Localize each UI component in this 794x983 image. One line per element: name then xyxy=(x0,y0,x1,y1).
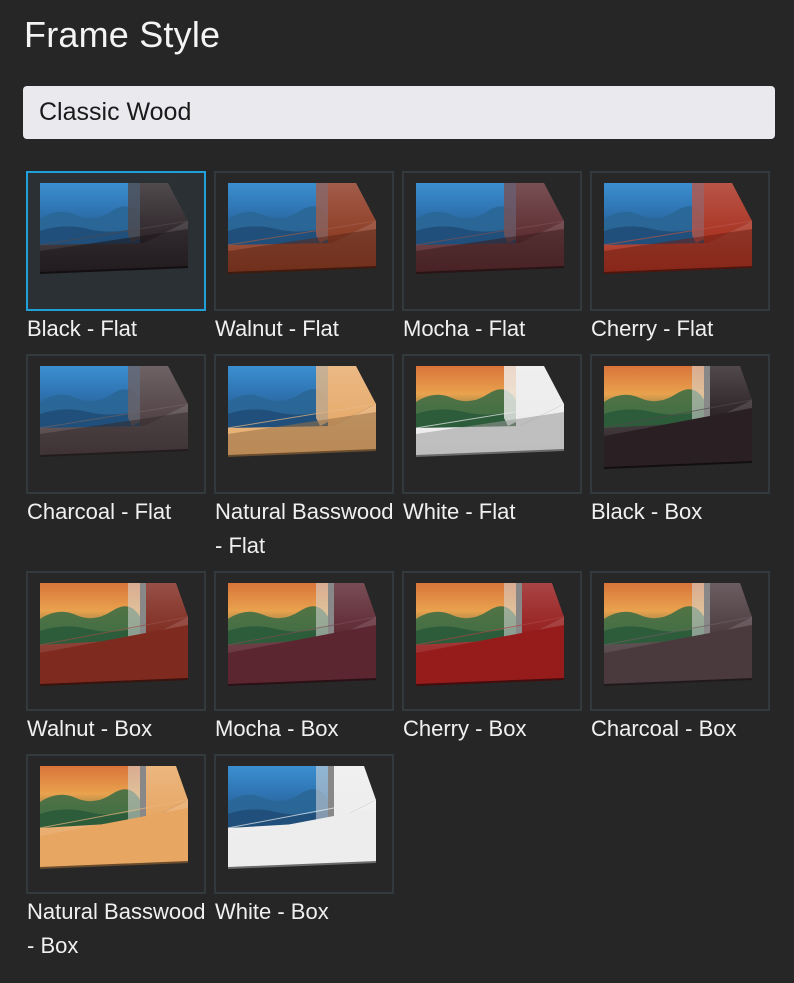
frame-option-label[interactable]: Mocha - Flat xyxy=(403,312,589,346)
frame-option-tile[interactable] xyxy=(214,171,394,311)
frame-option-tile[interactable] xyxy=(26,754,206,894)
frame-category-dropdown[interactable]: Classic Wood xyxy=(23,86,775,139)
frame-option-tile[interactable] xyxy=(402,171,582,311)
frame-option-label[interactable]: Walnut - Box xyxy=(27,712,213,746)
frame-option-label[interactable]: Black - Box xyxy=(591,495,777,529)
frame-preview-image xyxy=(39,583,189,686)
frame-preview-image xyxy=(227,766,377,869)
frame-option-label[interactable]: Natural Basswood - Flat xyxy=(215,495,401,563)
frame-preview-image xyxy=(227,183,377,274)
frame-preview-image xyxy=(415,366,565,457)
frame-option-label[interactable]: Cherry - Flat xyxy=(591,312,777,346)
frame-option-tile[interactable] xyxy=(26,571,206,711)
page-title: Frame Style xyxy=(24,14,221,55)
frame-preview-image xyxy=(39,766,189,869)
frame-option-tile[interactable] xyxy=(590,571,770,711)
frame-option-tile[interactable] xyxy=(214,354,394,494)
frame-preview-image xyxy=(227,366,377,457)
frame-option-label[interactable]: Black - Flat xyxy=(27,312,213,346)
frame-preview-image xyxy=(227,583,377,686)
frame-option-label[interactable]: White - Flat xyxy=(403,495,589,529)
frame-preview-image xyxy=(415,183,565,274)
frame-option-tile[interactable] xyxy=(214,754,394,894)
frame-option-tile[interactable] xyxy=(402,354,582,494)
frame-option-label[interactable]: Mocha - Box xyxy=(215,712,401,746)
frame-preview-image xyxy=(603,366,753,469)
frame-option-tile[interactable] xyxy=(214,571,394,711)
frame-option-label[interactable]: Charcoal - Flat xyxy=(27,495,213,529)
frame-option-label[interactable]: Cherry - Box xyxy=(403,712,589,746)
frame-option-tile[interactable] xyxy=(26,171,206,311)
frame-option-tile[interactable] xyxy=(26,354,206,494)
frame-option-tile[interactable] xyxy=(590,354,770,494)
frame-preview-image xyxy=(39,366,189,457)
frame-option-label[interactable]: Charcoal - Box xyxy=(591,712,777,746)
frame-option-tile[interactable] xyxy=(590,171,770,311)
frame-option-tile[interactable] xyxy=(402,571,582,711)
frame-preview-image xyxy=(415,583,565,686)
frame-preview-image xyxy=(603,583,753,686)
frame-option-label[interactable]: Walnut - Flat xyxy=(215,312,401,346)
frame-option-label[interactable]: Natural Basswood - Box xyxy=(27,895,213,963)
frame-preview-image xyxy=(603,183,753,274)
frame-preview-image xyxy=(39,183,189,274)
dropdown-selected-value: Classic Wood xyxy=(39,98,192,126)
frame-option-label[interactable]: White - Box xyxy=(215,895,401,929)
